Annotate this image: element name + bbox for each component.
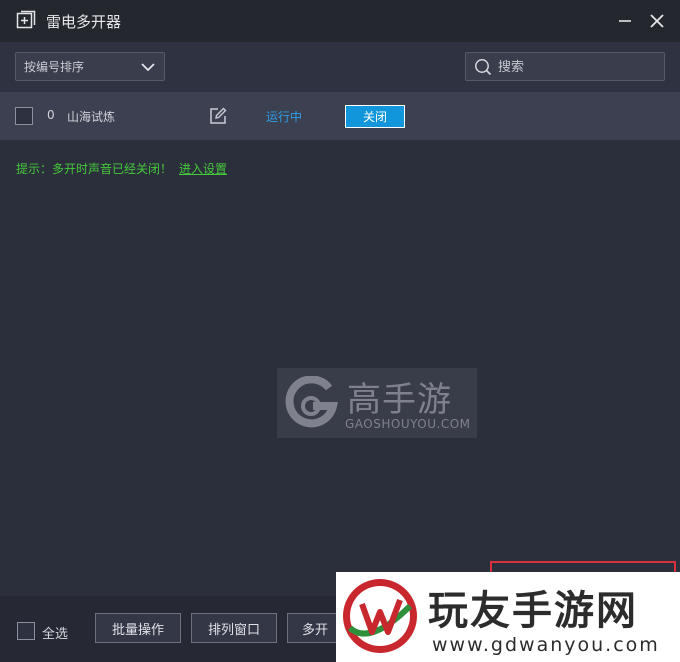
gdwanyou-title: 玩友手游网 xyxy=(428,588,638,634)
edit-icon[interactable] xyxy=(208,106,228,126)
instance-status: 运行中 xyxy=(266,110,303,124)
instance-row: 0 山海试炼 运行中 关闭 xyxy=(0,92,680,140)
search-icon xyxy=(475,59,492,76)
title-bar: 雷电多开器 xyxy=(0,0,680,42)
close-icon[interactable] xyxy=(644,8,670,34)
select-all-label: 全选 xyxy=(42,627,69,642)
plus-square-icon xyxy=(16,10,36,29)
hint-text: 提示：多开时声音已经关闭！ xyxy=(16,162,173,176)
instance-checkbox[interactable] xyxy=(15,107,33,125)
instance-index: 0 xyxy=(47,108,55,122)
instance-name: 山海试炼 xyxy=(67,110,116,124)
gaoshouyou-title: 高手游 xyxy=(347,380,452,420)
gaoshouyou-logo-icon xyxy=(285,376,338,428)
search-input[interactable] xyxy=(498,57,658,77)
settings-link[interactable]: 进入设置 xyxy=(179,160,227,177)
search-box[interactable] xyxy=(465,52,665,81)
chevron-down-icon xyxy=(141,63,155,72)
batch-operation-button[interactable]: 批量操作 xyxy=(95,613,181,643)
toolbar: 按编号排序 xyxy=(0,42,680,92)
gaoshouyou-subtitle: GAOSHOUYOU.COM xyxy=(345,417,471,431)
window-title: 雷电多开器 xyxy=(46,13,122,31)
gdwanyou-watermark: 玩友手游网 www.gdwanyou.com xyxy=(336,572,680,662)
minimize-icon[interactable] xyxy=(612,8,638,34)
select-all-checkbox[interactable] xyxy=(17,622,35,640)
gdwanyou-subtitle: www.gdwanyou.com xyxy=(432,634,660,656)
gdwanyou-logo-icon xyxy=(343,579,417,653)
instance-close-button[interactable]: 关闭 xyxy=(345,105,405,128)
sort-select[interactable]: 按编号排序 xyxy=(15,52,165,81)
arrange-windows-button[interactable]: 排列窗口 xyxy=(191,613,277,643)
sort-select-value: 按编号排序 xyxy=(24,60,85,74)
gaoshouyou-watermark: 高手游 GAOSHOUYOU.COM xyxy=(277,368,477,438)
